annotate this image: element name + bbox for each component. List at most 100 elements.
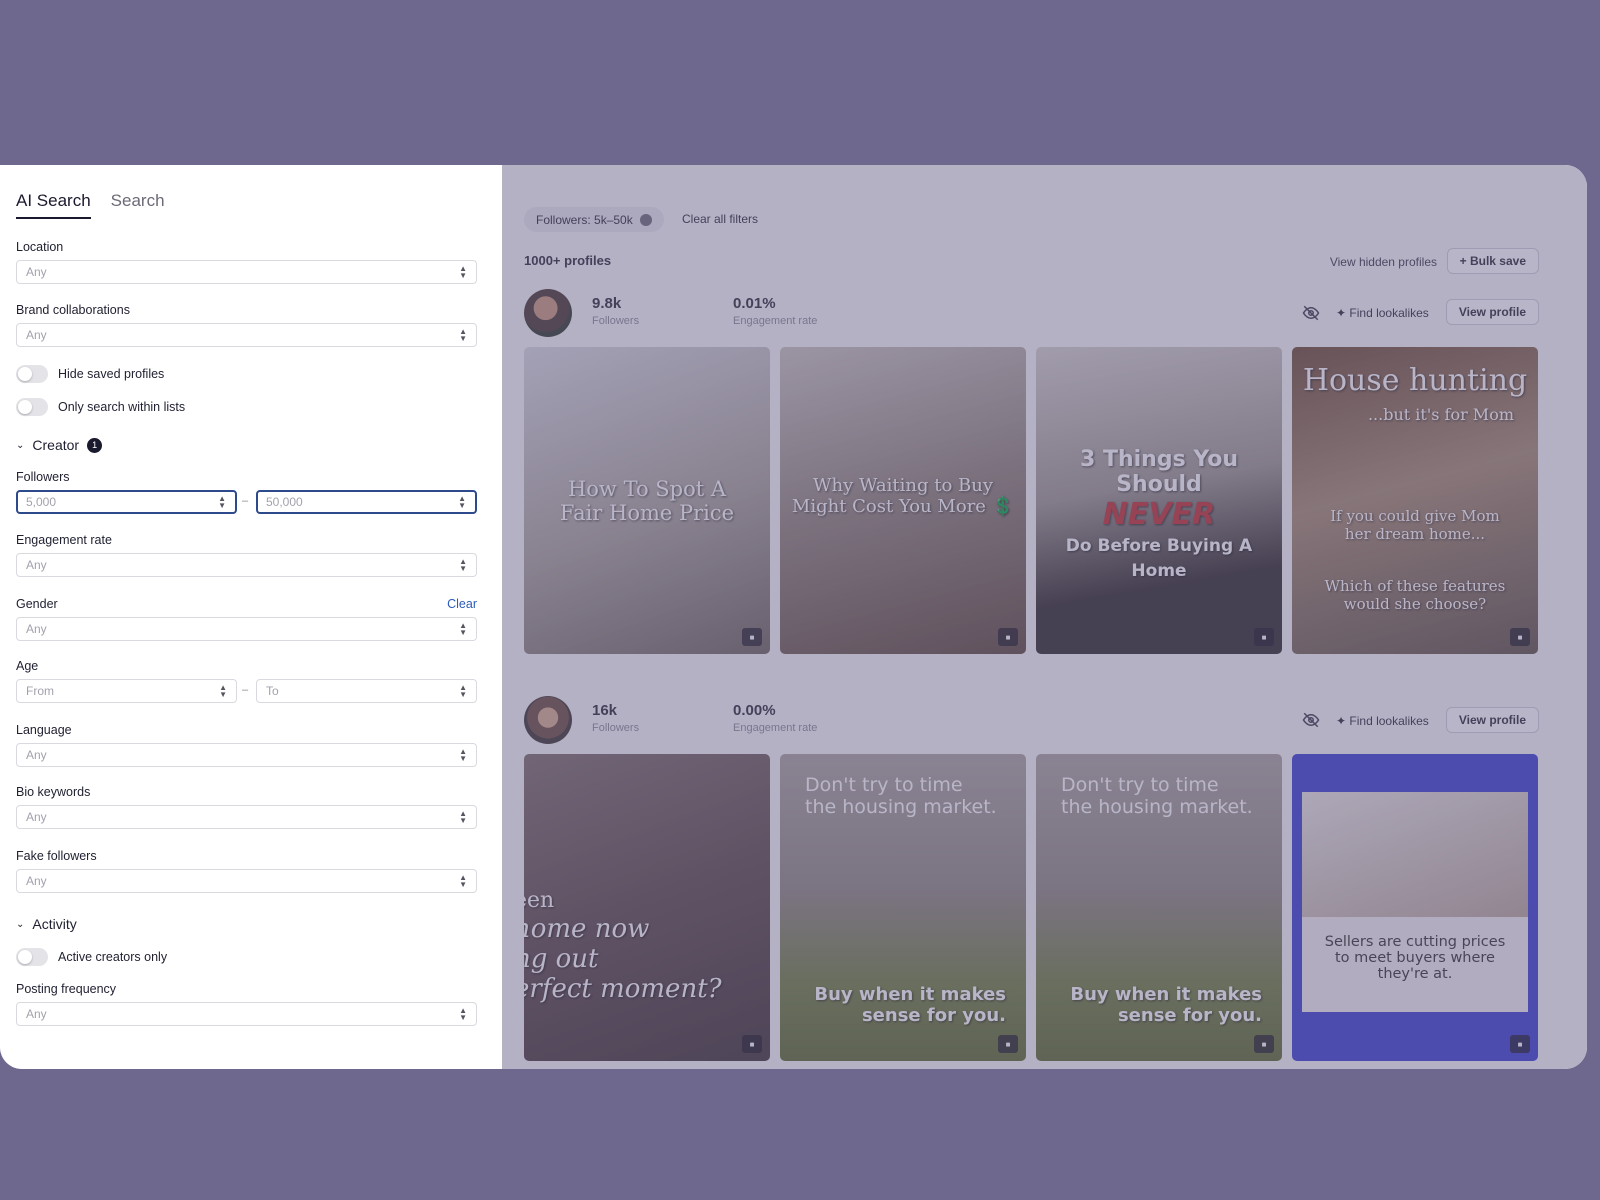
filter-sidebar: AI Search Search Location Any ▲ ▼ Brand co… <box>0 165 502 1069</box>
view-hidden-link[interactable]: View hidden profiles <box>1330 255 1437 269</box>
eye-off-icon[interactable] <box>1302 711 1320 729</box>
post-caption: Buy when it makes sense for you. <box>1070 984 1262 1026</box>
only-lists-toggle[interactable] <box>16 398 48 416</box>
eye-off-icon[interactable] <box>1302 304 1320 322</box>
brand-select[interactable]: Any ▲ ▼ <box>16 323 477 347</box>
post-thumbnail[interactable]: How To Spot A Fair Home Price ■ <box>524 347 770 654</box>
avatar[interactable] <box>524 696 572 744</box>
creator-section-header[interactable]: ⌄ Creator 1 <box>16 437 103 453</box>
post-caption: Why Waiting to Buy Might Cost You More 💲 <box>791 475 1015 517</box>
bulk-save-button[interactable]: + Bulk save <box>1446 248 1539 274</box>
engagement-value: 0.00% <box>733 702 776 719</box>
video-icon: ■ <box>742 1035 762 1053</box>
location-label: Location <box>16 240 64 254</box>
post-thumbnail[interactable]: Don't try to time the housing market. Buy… <box>780 754 1026 1061</box>
language-label: Language <box>16 723 72 737</box>
find-lookalikes-button[interactable]: ✦ Find lookalikes <box>1336 306 1429 320</box>
language-select[interactable]: Any ▲ ▼ <box>16 743 477 767</box>
post-thumbnail[interactable]: Don't try to time the housing market. Buy… <box>1036 754 1282 1061</box>
chevron-updown-icon: ▲ ▼ <box>459 809 467 825</box>
active-only-row: Active creators only <box>16 948 167 966</box>
app-window: AI Search Search Location Any ▲ ▼ Brand co… <box>0 165 1587 1069</box>
post-thumbnail[interactable]: Sellers are cutting prices to meet buyers… <box>1292 754 1538 1061</box>
age-from-select[interactable]: From ▲ ▼ <box>16 679 237 703</box>
chevron-down-icon: ⌄ <box>16 918 25 930</box>
sparkle-icon: ✦ <box>1336 306 1347 320</box>
posting-label: Posting frequency <box>16 982 117 996</box>
clear-all-filters-link[interactable]: Clear all filters <box>682 212 758 226</box>
video-icon: ■ <box>1510 1035 1530 1053</box>
post-thumbnail[interactable]: 3 Things You Should NEVER Do Before Buying… <box>1036 347 1282 654</box>
view-profile-button[interactable]: View profile <box>1445 707 1539 733</box>
gender-clear-link[interactable]: Clear <box>447 597 477 611</box>
chevron-updown-icon: ▲ ▼ <box>459 873 467 889</box>
posting-select[interactable]: Any ▲ ▼ <box>16 1002 477 1026</box>
chevron-updown-icon: ▲ ▼ <box>459 327 467 343</box>
chevron-updown-icon: ▲ ▼ <box>459 683 467 699</box>
chevron-updown-icon: ▲ ▼ <box>459 1006 467 1022</box>
activity-section-header[interactable]: ⌄ Activity <box>16 916 77 932</box>
tab-ai-search[interactable]: AI Search <box>16 191 91 219</box>
remove-filter-icon[interactable] <box>639 213 652 226</box>
chevron-updown-icon: ▲ ▼ <box>219 683 227 699</box>
post-caption: How To Spot A Fair Home Price <box>559 477 735 525</box>
followers-max-input[interactable]: 50,000 ▲ ▼ <box>256 490 477 514</box>
sparkle-icon: ✦ <box>1336 714 1347 728</box>
post-caption: ...but it's for Mom <box>1367 405 1514 424</box>
post-caption: House hunting <box>1302 363 1528 398</box>
location-select[interactable]: Any ▲ ▼ <box>16 260 477 284</box>
stepper-icon: ▲ ▼ <box>458 494 466 510</box>
post-thumbnail[interactable]: House hunting ...but it's for Mom If you… <box>1292 347 1538 654</box>
filter-chip[interactable]: Followers: 5k–50k <box>524 207 664 232</box>
age-to-select[interactable]: To ▲ ▼ <box>256 679 477 703</box>
followers-label: Followers <box>16 470 70 484</box>
profile-count: 1000+ profiles <box>524 253 612 268</box>
view-profile-button[interactable]: View profile <box>1445 299 1539 325</box>
post-caption: Buy when it makes sense for you. <box>814 984 1006 1026</box>
hide-saved-toggle[interactable] <box>16 365 48 383</box>
find-lookalikes-button[interactable]: ✦ Find lookalikes <box>1336 714 1429 728</box>
fake-select[interactable]: Any ▲ ▼ <box>16 869 477 893</box>
activity-title: Activity <box>32 916 77 932</box>
post-caption: 3 Things You Should NEVER Do Before Buying… <box>1065 447 1253 581</box>
engagement-label: Engagement rate <box>733 722 818 734</box>
followers-label: Followers <box>592 315 640 327</box>
post-caption: Don't try to time the housing market. <box>805 774 997 818</box>
chevron-updown-icon: ▲ ▼ <box>459 557 467 573</box>
engagement-label: Engagement rate <box>733 315 818 327</box>
engagement-value: 0.01% <box>733 295 776 312</box>
followers-min-input[interactable]: 5,000 ▲ ▼ <box>16 490 237 514</box>
bio-select[interactable]: Any ▲ ▼ <box>16 805 477 829</box>
gender-label: Gender <box>16 597 58 611</box>
creator-title: Creator <box>32 437 80 453</box>
video-icon: ■ <box>1254 1035 1274 1053</box>
avatar[interactable] <box>524 289 572 337</box>
followers-label: Followers <box>592 722 640 734</box>
only-lists-label: Only search within lists <box>58 400 186 414</box>
active-only-toggle[interactable] <box>16 948 48 966</box>
search-tabs: AI Search Search <box>16 191 165 219</box>
post-caption: Don't try to time the housing market. <box>1061 774 1253 818</box>
results-panel: Followers: 5k–50k Clear all filters 1000… <box>502 165 1587 1069</box>
hide-saved-label: Hide saved profiles <box>58 367 165 381</box>
gender-select[interactable]: Any ▲ ▼ <box>16 617 477 641</box>
range-dash: – <box>242 495 249 507</box>
engagement-label: Engagement rate <box>16 533 112 547</box>
engagement-select[interactable]: Any ▲ ▼ <box>16 553 477 577</box>
age-label: Age <box>16 659 39 673</box>
video-icon: ■ <box>742 628 762 646</box>
chevron-updown-icon: ▲ ▼ <box>459 747 467 763</box>
chevron-updown-icon: ▲ ▼ <box>459 264 467 280</box>
post-caption: eenhome nowng outerfect moment? <box>524 888 722 1004</box>
brand-label: Brand collaborations <box>16 303 130 317</box>
hide-saved-row: Hide saved profiles <box>16 365 164 383</box>
post-caption: Which of these features would she choose? <box>1324 577 1506 613</box>
fake-label: Fake followers <box>16 849 97 863</box>
stepper-icon: ▲ ▼ <box>218 494 226 510</box>
followers-value: 9.8k <box>592 295 622 312</box>
tab-search[interactable]: Search <box>111 191 165 219</box>
bio-label: Bio keywords <box>16 785 91 799</box>
chevron-down-icon: ⌄ <box>16 439 25 451</box>
post-thumbnail[interactable]: Why Waiting to Buy Might Cost You More 💲 … <box>780 347 1026 654</box>
post-thumbnail[interactable]: eenhome nowng outerfect moment? ■ <box>524 754 770 1061</box>
